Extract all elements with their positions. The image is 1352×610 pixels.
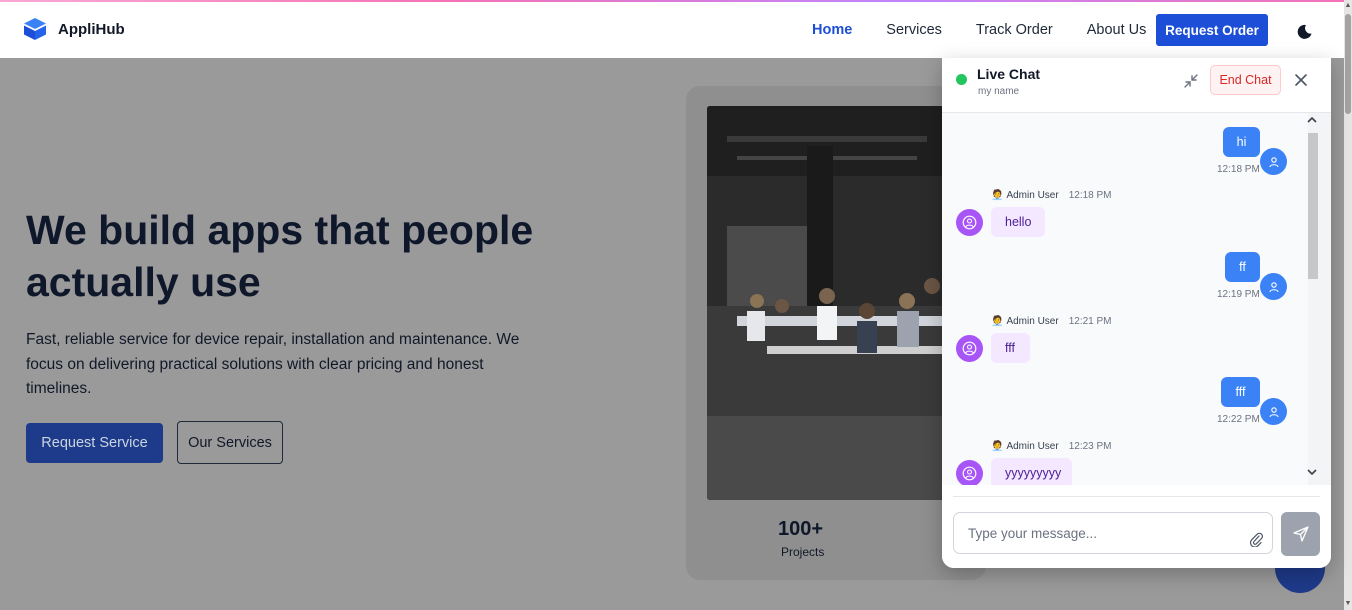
message-input[interactable] bbox=[954, 513, 1239, 553]
nav-link-track-order[interactable]: Track Order bbox=[976, 22, 1053, 38]
user-message-bubble: ff bbox=[1225, 252, 1260, 282]
send-button[interactable] bbox=[1281, 512, 1320, 556]
nav-link-about-us[interactable]: About Us bbox=[1087, 22, 1147, 38]
user-message-bubble: fff bbox=[1221, 377, 1260, 407]
composer-divider bbox=[953, 496, 1320, 497]
admin-sender-name: Admin User bbox=[1006, 316, 1059, 327]
nav-links: Home Services Track Order About Us bbox=[812, 2, 1180, 58]
paperclip-icon[interactable] bbox=[1248, 531, 1264, 547]
admin-person-icon: 🧑‍💼 bbox=[991, 441, 1004, 452]
user-message-bubble: hi bbox=[1223, 127, 1260, 157]
live-chat-panel: Live Chat my name End Chat hi 12:18 PM 🧑… bbox=[942, 58, 1331, 568]
cube-logo-icon bbox=[24, 18, 46, 40]
chat-title: Live Chat bbox=[977, 66, 1041, 82]
chat-scrollbar[interactable] bbox=[1307, 113, 1331, 485]
chat-scroll-thumb[interactable] bbox=[1308, 133, 1318, 279]
hero-description: Fast, reliable service for device repair… bbox=[26, 331, 520, 397]
message-time: 12:19 PM bbox=[1217, 289, 1260, 300]
nav-link-home[interactable]: Home bbox=[812, 22, 852, 38]
moon-icon[interactable] bbox=[1296, 20, 1316, 40]
admin-message-bubble: yyyyyyyyy bbox=[991, 458, 1072, 485]
scroll-up-arrow-icon[interactable]: ▲ bbox=[1344, 0, 1352, 12]
office-photo bbox=[707, 106, 947, 500]
hero-title: We build apps that people actually use bbox=[26, 207, 534, 305]
admin-message-meta: 🧑‍💼 Admin User 12:18 PM bbox=[991, 190, 1112, 201]
admin-person-icon: 🧑‍💼 bbox=[991, 190, 1004, 201]
chat-subtitle: my name bbox=[978, 86, 1020, 97]
brand-logo[interactable]: AppliHub bbox=[22, 16, 125, 42]
admin-sender-name: Admin User bbox=[1006, 190, 1059, 201]
admin-message-meta: 🧑‍💼 Admin User 12:23 PM bbox=[991, 441, 1112, 452]
navbar: AppliHub Home Services Track Order About… bbox=[0, 2, 1344, 58]
page-scroll-thumb[interactable] bbox=[1345, 14, 1351, 114]
scroll-down-arrow-icon[interactable]: ▼ bbox=[1344, 598, 1352, 610]
user-avatar-icon bbox=[1260, 398, 1287, 425]
admin-message-bubble: hello bbox=[991, 207, 1045, 237]
stat-value: 100+ bbox=[778, 518, 824, 540]
page-scrollbar[interactable]: ▲ ▼ bbox=[1344, 0, 1352, 610]
message-time: 12:18 PM bbox=[1217, 164, 1260, 175]
message-input-wrapper bbox=[953, 512, 1273, 554]
our-services-button[interactable]: Our Services bbox=[177, 421, 283, 464]
admin-avatar-icon bbox=[956, 335, 983, 362]
admin-sender-name: Admin User bbox=[1006, 441, 1059, 452]
stat-label: Projects bbox=[781, 545, 825, 559]
chat-composer bbox=[942, 485, 1331, 568]
brand-name: AppliHub bbox=[58, 20, 125, 38]
user-avatar-icon bbox=[1260, 273, 1287, 300]
chat-header: Live Chat my name End Chat bbox=[942, 58, 1331, 113]
message-time: 12:18 PM bbox=[1068, 190, 1112, 201]
admin-avatar-icon bbox=[956, 209, 983, 236]
chevron-down-icon[interactable] bbox=[1304, 467, 1320, 481]
user-avatar-icon bbox=[1260, 148, 1287, 175]
admin-avatar-icon bbox=[956, 460, 983, 485]
message-time: 12:21 PM bbox=[1068, 316, 1112, 327]
chevron-up-icon[interactable] bbox=[1304, 115, 1320, 129]
online-status-indicator bbox=[956, 74, 967, 85]
end-chat-button[interactable]: End Chat bbox=[1210, 65, 1281, 95]
close-icon[interactable] bbox=[1293, 72, 1309, 88]
minimize-icon[interactable] bbox=[1182, 72, 1200, 90]
admin-person-icon: 🧑‍💼 bbox=[991, 316, 1004, 327]
nav-link-services[interactable]: Services bbox=[886, 22, 942, 38]
chat-messages[interactable]: hi 12:18 PM 🧑‍💼 Admin User 12:18 PM hell… bbox=[942, 113, 1308, 485]
send-icon bbox=[1292, 526, 1309, 542]
request-order-button[interactable]: Request Order bbox=[1156, 14, 1268, 46]
message-time: 12:22 PM bbox=[1217, 414, 1260, 425]
admin-message-meta: 🧑‍💼 Admin User 12:21 PM bbox=[991, 316, 1112, 327]
admin-message-bubble: fff bbox=[991, 333, 1030, 363]
request-service-button[interactable]: Request Service bbox=[26, 423, 163, 463]
message-time: 12:23 PM bbox=[1068, 441, 1112, 452]
